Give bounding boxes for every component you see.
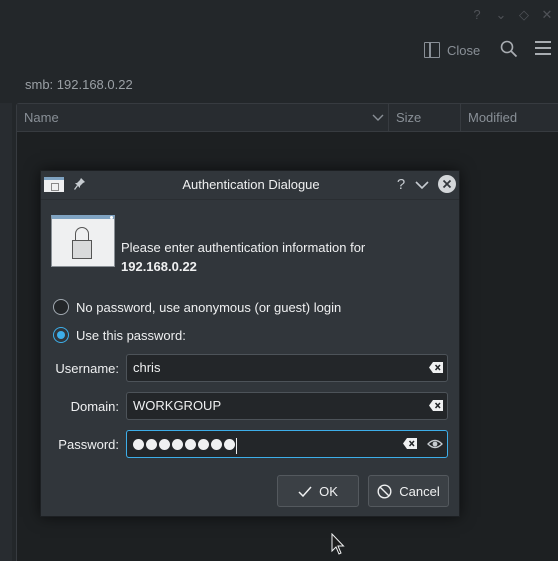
- pin-icon[interactable]: [73, 177, 86, 191]
- password-dot: [211, 438, 222, 450]
- dialog-help-button[interactable]: ?: [392, 175, 410, 195]
- cancel-button[interactable]: Cancel: [368, 475, 449, 507]
- auth-host: 192.168.0.22: [121, 259, 197, 274]
- password-field[interactable]: [126, 430, 448, 458]
- password-dot: [172, 438, 183, 450]
- password-mask: [133, 431, 235, 457]
- password-dot: [146, 438, 157, 450]
- ok-button[interactable]: OK: [277, 475, 359, 507]
- dialog-titlebar: Authentication Dialogue ?: [41, 171, 459, 200]
- radio-anonymous[interactable]: No password, use anonymous (or guest) lo…: [53, 298, 341, 316]
- domain-value: WORKGROUP: [133, 398, 222, 413]
- authentication-dialog: Authentication Dialogue ? Please enter a…: [40, 170, 460, 517]
- username-label: Username:: [55, 361, 119, 376]
- clear-text-icon[interactable]: [429, 362, 443, 373]
- domain-field[interactable]: WORKGROUP: [126, 392, 448, 420]
- dialog-close-button[interactable]: [438, 175, 456, 193]
- text-caret: [236, 438, 237, 455]
- clear-text-icon[interactable]: [403, 438, 417, 449]
- show-password-icon[interactable]: [427, 437, 443, 451]
- cancel-icon: [377, 483, 392, 499]
- ok-label: OK: [319, 483, 338, 499]
- radio-use-password[interactable]: Use this password:: [53, 326, 186, 344]
- app-icon: [44, 177, 64, 192]
- domain-label: Domain:: [70, 399, 119, 414]
- password-dot: [133, 438, 144, 450]
- radio-anonymous-label: No password, use anonymous (or guest) lo…: [76, 299, 342, 315]
- password-label: Password:: [58, 437, 119, 452]
- password-dot: [224, 438, 235, 450]
- checkmark-icon: [298, 486, 312, 497]
- close-icon: [442, 179, 452, 189]
- radio-button-checked[interactable]: [53, 327, 69, 343]
- auth-message: Please enter authentication information …: [121, 240, 366, 255]
- chevron-down-icon[interactable]: [414, 176, 430, 194]
- clear-text-icon[interactable]: [429, 400, 443, 411]
- username-value: chris: [133, 360, 161, 375]
- radio-button[interactable]: [53, 299, 69, 315]
- password-dot: [159, 438, 170, 450]
- mouse-cursor-icon: [331, 533, 345, 555]
- username-field[interactable]: chris: [126, 354, 448, 382]
- password-dot: [198, 438, 209, 450]
- password-dot: [185, 438, 196, 450]
- radio-password-label: Use this password:: [76, 327, 186, 343]
- cancel-label: Cancel: [399, 483, 440, 499]
- lock-icon: [51, 215, 115, 267]
